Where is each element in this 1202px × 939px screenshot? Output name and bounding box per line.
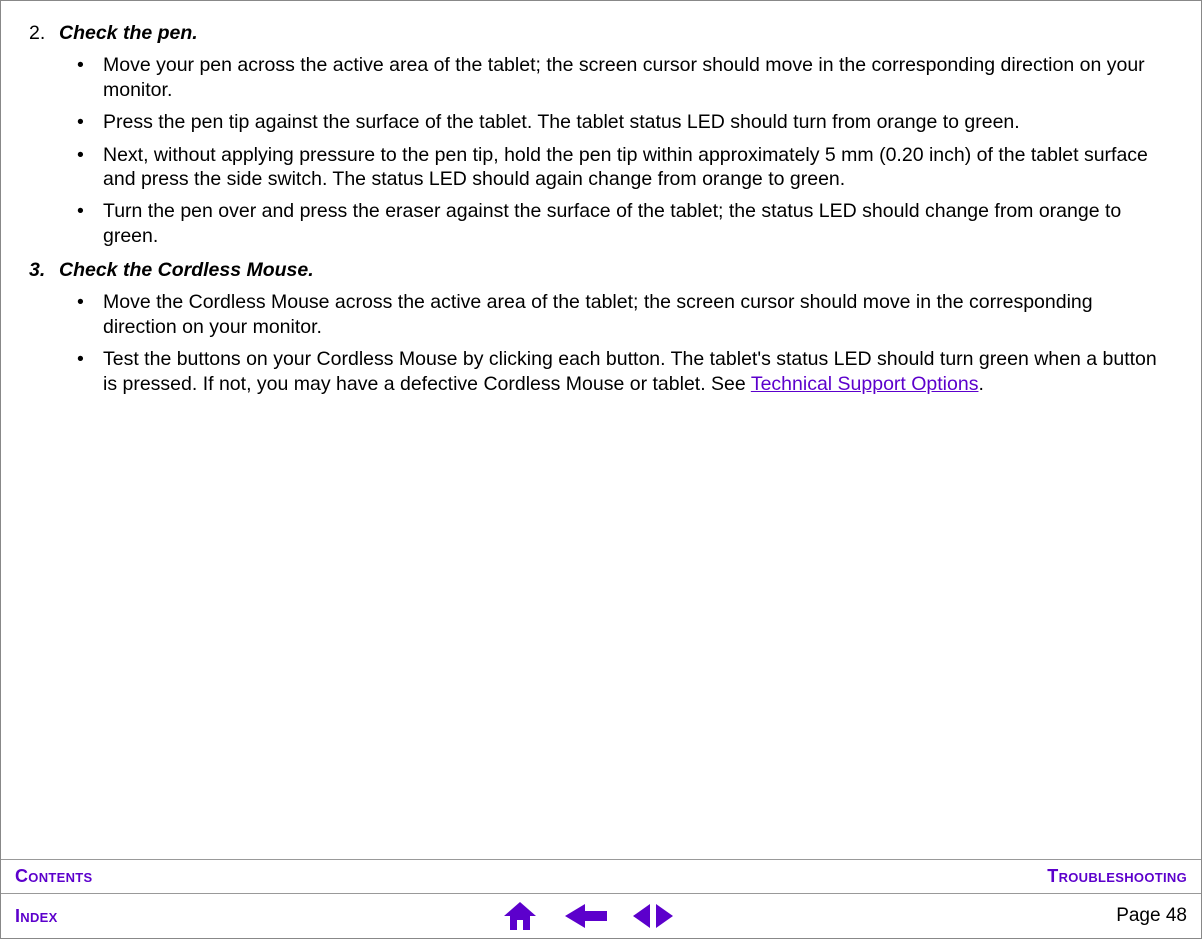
footer-row-bottom: Index Page 48	[1, 893, 1201, 938]
index-link[interactable]: Index	[15, 906, 58, 927]
bullet-text: Test the buttons on your Cordless Mouse …	[103, 347, 1165, 396]
step-3-header: 3. Check the Cordless Mouse.	[29, 258, 1173, 282]
bullet-icon: •	[73, 143, 103, 192]
bullet-icon: •	[73, 53, 103, 102]
bullet-icon: •	[73, 347, 103, 396]
step-2-header: 2. Check the pen.	[29, 21, 1173, 45]
back-arrow-icon[interactable]	[565, 902, 607, 930]
home-icon[interactable]	[501, 900, 539, 932]
document-body: 2. Check the pen. • Move your pen across…	[1, 1, 1201, 859]
step-2-number: 2.	[29, 21, 59, 45]
bullet-text: Move the Cordless Mouse across the activ…	[103, 290, 1165, 339]
bullet-text: Turn the pen over and press the eraser a…	[103, 199, 1165, 248]
step-3-title: Check the Cordless Mouse.	[59, 258, 314, 282]
list-item: • Move your pen across the active area o…	[73, 53, 1165, 102]
technical-support-link[interactable]: Technical Support Options	[751, 373, 979, 395]
list-item: • Test the buttons on your Cordless Mous…	[73, 347, 1165, 396]
page-footer: Contents Troubleshooting Index Page 48	[1, 859, 1201, 938]
step-3-number: 3.	[29, 258, 59, 282]
list-item: • Turn the pen over and press the eraser…	[73, 199, 1165, 248]
bullet-text: Move your pen across the active area of …	[103, 53, 1165, 102]
bullet-icon: •	[73, 110, 103, 134]
bullet-text-prefix: Test the buttons on your Cordless Mouse …	[103, 348, 1157, 394]
bullet-icon: •	[73, 199, 103, 248]
footer-row-top: Contents Troubleshooting	[1, 860, 1201, 893]
contents-link[interactable]: Contents	[15, 866, 93, 887]
bullet-text: Next, without applying pressure to the p…	[103, 143, 1165, 192]
bullet-icon: •	[73, 290, 103, 339]
page-number: Page 48	[1116, 905, 1187, 927]
list-item: • Move the Cordless Mouse across the act…	[73, 290, 1165, 339]
list-item: • Press the pen tip against the surface …	[73, 110, 1165, 134]
bullet-text: Press the pen tip against the surface of…	[103, 110, 1165, 134]
troubleshooting-link[interactable]: Troubleshooting	[1047, 866, 1187, 887]
list-item: • Next, without applying pressure to the…	[73, 143, 1165, 192]
step-2-title: Check the pen.	[59, 21, 198, 45]
step-2-bullets: • Move your pen across the active area o…	[73, 53, 1165, 248]
bullet-text-suffix: .	[978, 373, 983, 395]
prev-next-icon[interactable]	[633, 902, 673, 930]
nav-icons	[501, 900, 673, 932]
step-3-bullets: • Move the Cordless Mouse across the act…	[73, 290, 1165, 396]
